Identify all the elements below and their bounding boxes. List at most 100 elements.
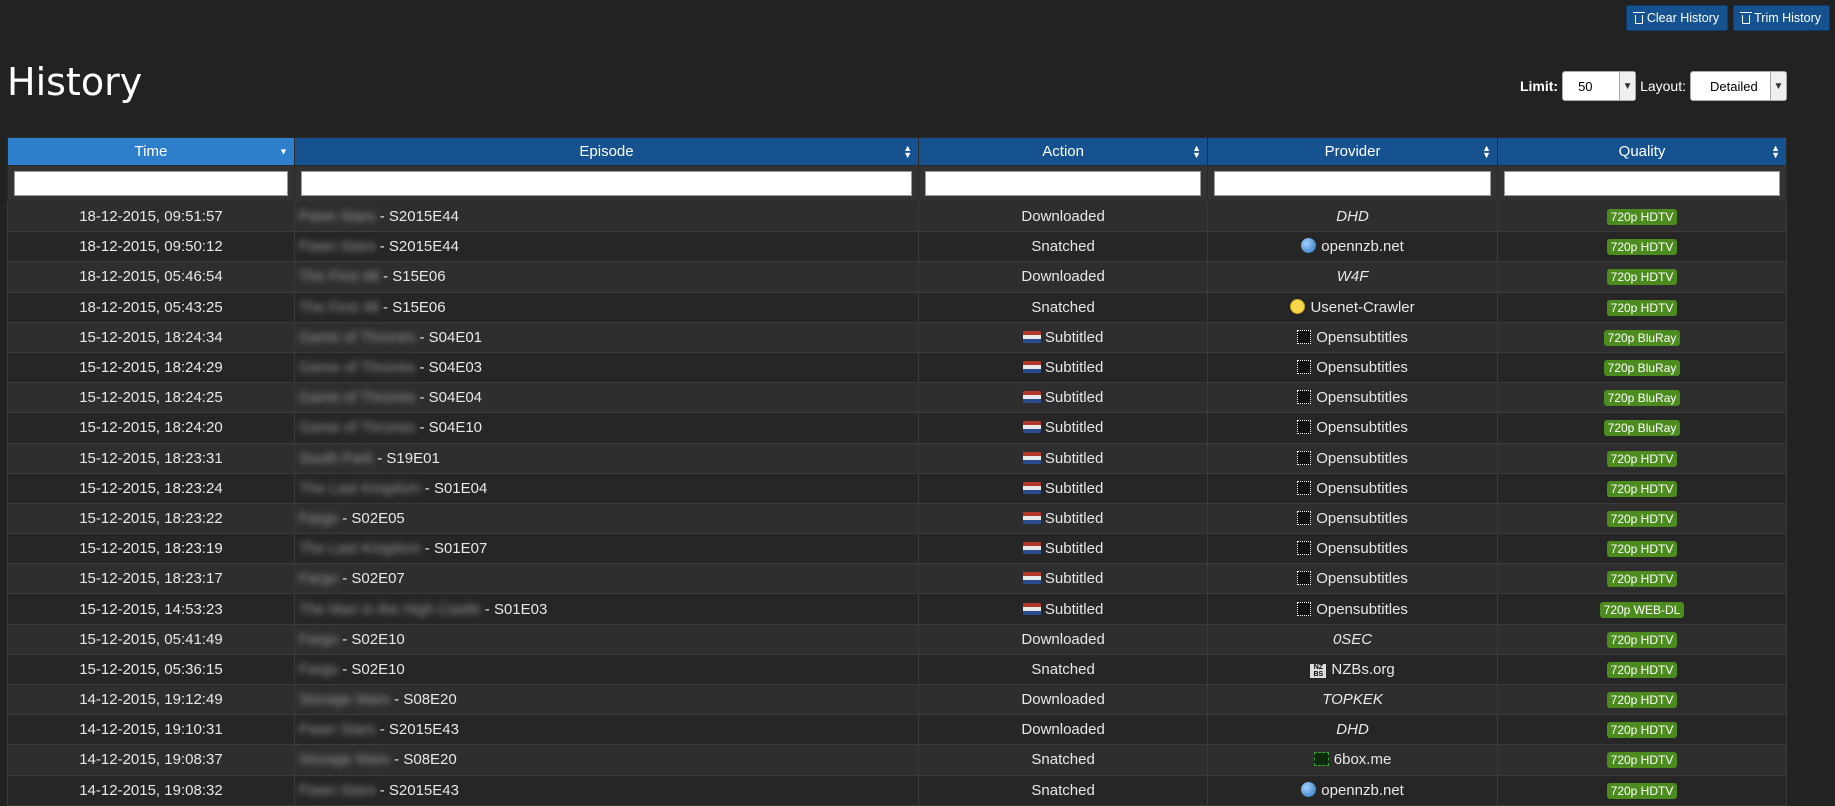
- time-cell: 15-12-2015, 18:24:20: [7, 412, 295, 444]
- episode-cell[interactable]: Game of Thrones - S04E10: [293, 412, 920, 444]
- provider-filter-input[interactable]: [1214, 171, 1492, 196]
- time-cell: 14-12-2015, 19:08:37: [7, 744, 295, 776]
- time-filter-input[interactable]: [14, 171, 288, 196]
- action-cell: Downloaded: [918, 623, 1209, 655]
- episode-cell[interactable]: Game of Thrones - S04E04: [293, 382, 920, 414]
- provider-label: Opensubtitles: [1316, 570, 1408, 588]
- episode-cell[interactable]: Fargo - S02E07: [293, 563, 920, 595]
- time-cell: 15-12-2015, 18:23:17: [7, 563, 295, 595]
- episode-cell[interactable]: Storage Wars - S08E20: [293, 683, 920, 716]
- trim-history-button[interactable]: Trim History: [1733, 5, 1830, 31]
- table-row[interactable]: 15-12-2015, 14:53:23 The Man in the High …: [7, 593, 1787, 625]
- episode-cell[interactable]: The First 48 - S15E06: [293, 261, 920, 293]
- episode-cell[interactable]: Pawn Stars - S2015E44: [293, 231, 920, 263]
- table-row[interactable]: 14-12-2015, 19:12:49 Storage Wars - S08E2…: [7, 683, 1787, 716]
- column-header-provider[interactable]: Provider ▲ ▼: [1207, 137, 1499, 166]
- show-name[interactable]: Game of Thrones: [299, 419, 415, 436]
- table-row[interactable]: 14-12-2015, 19:08:37 Storage Wars - S08E2…: [7, 744, 1787, 776]
- episode-cell[interactable]: The Last Kingdom - S01E04: [293, 472, 920, 504]
- quality-badge: 720p BluRay: [1603, 360, 1681, 377]
- show-name[interactable]: Pawn Stars: [299, 721, 376, 738]
- limit-select[interactable]: 50 ▼: [1562, 71, 1637, 101]
- episode-code: - S15E06: [378, 268, 446, 286]
- action-cell: Subtitled: [918, 321, 1209, 353]
- quality-badge: 720p HDTV: [1606, 450, 1678, 467]
- table-row[interactable]: 15-12-2015, 05:41:49 Fargo - S02E10 Downlo…: [7, 623, 1787, 655]
- table-row[interactable]: 18-12-2015, 05:43:25 The First 48 - S15E0…: [7, 291, 1787, 323]
- table-row[interactable]: 15-12-2015, 18:24:20 Game of Thrones - S0…: [7, 412, 1787, 444]
- episode-cell[interactable]: Pawn Stars - S2015E43: [293, 714, 920, 746]
- show-name[interactable]: Fargo: [299, 631, 338, 648]
- time-cell: 14-12-2015, 19:12:49: [7, 683, 295, 716]
- table-row[interactable]: 18-12-2015, 09:50:12 Pawn Stars - S2015E4…: [7, 231, 1787, 263]
- action-cell: Subtitled: [918, 382, 1209, 414]
- show-name[interactable]: Pawn Stars: [299, 238, 376, 255]
- column-header-episode[interactable]: Episode ▲ ▼: [293, 137, 920, 166]
- column-header-action[interactable]: Action ▲ ▼: [918, 137, 1209, 166]
- episode-cell[interactable]: The Man in the High Castle - S01E03: [293, 593, 920, 625]
- episode-cell[interactable]: Storage Wars - S08E20: [293, 744, 920, 776]
- episode-cell[interactable]: Game of Thrones - S04E01: [293, 321, 920, 353]
- show-name[interactable]: The Last Kingdom: [299, 540, 421, 557]
- table-row[interactable]: 15-12-2015, 18:23:22 Fargo - S02E05 Subtit…: [7, 502, 1787, 535]
- provider-cell: Opensubtitles: [1207, 412, 1499, 444]
- table-row[interactable]: 18-12-2015, 09:51:57 Pawn Stars - S2015E4…: [7, 200, 1787, 233]
- table-row[interactable]: 18-12-2015, 05:46:54 The First 48 - S15E0…: [7, 261, 1787, 293]
- column-header-time[interactable]: Time ▼: [7, 137, 295, 166]
- show-name[interactable]: Pawn Stars: [299, 782, 376, 799]
- episode-cell[interactable]: Fargo - S02E05: [293, 502, 920, 535]
- show-name[interactable]: Fargo: [299, 661, 338, 678]
- show-name[interactable]: Storage Wars: [299, 691, 390, 708]
- action-label: Downloaded: [1021, 721, 1105, 739]
- action-cell: Subtitled: [918, 442, 1209, 474]
- episode-cell[interactable]: Game of Thrones - S04E03: [293, 351, 920, 384]
- time-cell: 15-12-2015, 05:41:49: [7, 623, 295, 655]
- show-name[interactable]: The Man in the High Castle: [299, 601, 481, 618]
- action-cell: Subtitled: [918, 502, 1209, 535]
- episode-cell[interactable]: Fargo - S02E10: [293, 623, 920, 655]
- show-name[interactable]: South Park: [299, 450, 373, 467]
- opensubtitles-icon: [1297, 480, 1312, 495]
- episode-cell[interactable]: The First 48 - S15E06: [293, 291, 920, 323]
- show-name[interactable]: The First 48: [299, 299, 379, 316]
- table-row[interactable]: 15-12-2015, 18:23:24 The Last Kingdom - S…: [7, 472, 1787, 504]
- layout-select[interactable]: Detailed ▼: [1690, 71, 1787, 101]
- clear-history-button[interactable]: Clear History: [1625, 5, 1729, 31]
- table-row[interactable]: 14-12-2015, 19:10:31 Pawn Stars - S2015E4…: [7, 714, 1787, 746]
- nzbs-icon: NZ BS: [1310, 663, 1327, 678]
- show-name[interactable]: Storage Wars: [299, 751, 390, 768]
- column-header-quality[interactable]: Quality ▲ ▼: [1497, 137, 1787, 166]
- quality-filter-input[interactable]: [1504, 171, 1780, 196]
- table-row[interactable]: 15-12-2015, 18:24:25 Game of Thrones - S0…: [7, 382, 1787, 414]
- quality-cell: 720p HDTV: [1497, 714, 1787, 746]
- episode-filter-input[interactable]: [300, 171, 913, 196]
- show-name[interactable]: Game of Thrones: [299, 329, 415, 346]
- quality-badge: 720p HDTV: [1606, 752, 1678, 769]
- show-name[interactable]: Fargo: [299, 570, 338, 587]
- table-row[interactable]: 15-12-2015, 18:23:17 Fargo - S02E07 Subtit…: [7, 563, 1787, 595]
- show-name[interactable]: Game of Thrones: [299, 389, 415, 406]
- episode-cell[interactable]: The Last Kingdom - S01E07: [293, 533, 920, 565]
- quality-badge: 720p HDTV: [1606, 269, 1678, 286]
- show-name[interactable]: Game of Thrones: [299, 359, 415, 376]
- show-name[interactable]: The Last Kingdom: [299, 480, 421, 497]
- sort-desc-icon: ▼: [278, 146, 288, 156]
- quality-cell: 720p HDTV: [1497, 623, 1787, 655]
- time-cell: 14-12-2015, 19:08:32: [7, 774, 295, 806]
- episode-cell[interactable]: South Park - S19E01: [293, 442, 920, 474]
- show-name[interactable]: The First 48: [299, 268, 379, 285]
- table-row[interactable]: 15-12-2015, 18:23:19 The Last Kingdom - S…: [7, 533, 1787, 565]
- table-row[interactable]: 15-12-2015, 18:24:34 Game of Thrones - S0…: [7, 321, 1787, 353]
- episode-cell[interactable]: Fargo - S02E10: [293, 653, 920, 686]
- episode-cell[interactable]: Pawn Stars - S2015E43: [293, 774, 920, 806]
- table-row[interactable]: 15-12-2015, 18:23:31 South Park - S19E01 S…: [7, 442, 1787, 474]
- table-row[interactable]: 14-12-2015, 19:08:32 Pawn Stars - S2015E4…: [7, 774, 1787, 806]
- episode-cell[interactable]: Pawn Stars - S2015E44: [293, 200, 920, 233]
- show-name[interactable]: Pawn Stars: [299, 208, 376, 225]
- show-name[interactable]: Fargo: [299, 510, 338, 527]
- action-filter-input[interactable]: [925, 171, 1202, 196]
- table-row[interactable]: 15-12-2015, 05:36:15 Fargo - S02E10 Snatch…: [7, 653, 1787, 686]
- table-row[interactable]: 15-12-2015, 18:24:29 Game of Thrones - S0…: [7, 351, 1787, 384]
- flag-icon: [1022, 542, 1041, 555]
- opensubtitles-icon: [1297, 571, 1312, 586]
